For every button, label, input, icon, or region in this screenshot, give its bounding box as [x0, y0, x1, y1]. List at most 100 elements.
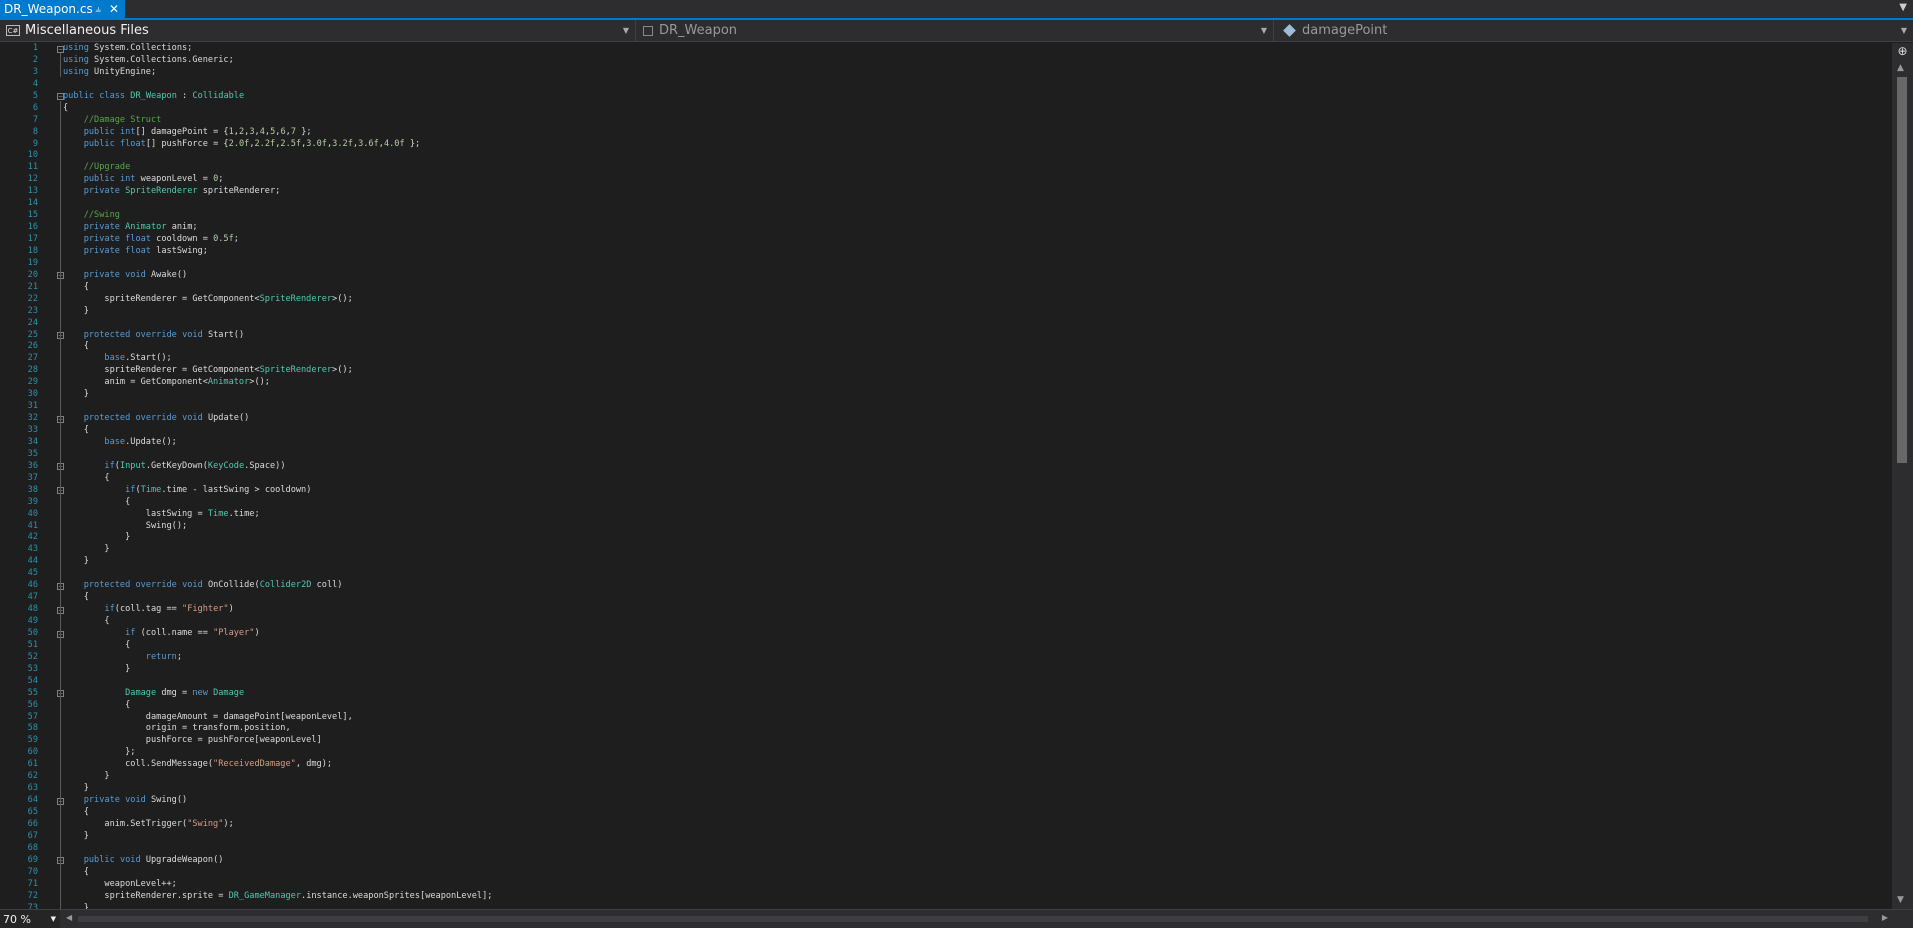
horizontal-scrollbar[interactable]: ◀ ▶ [62, 913, 1888, 924]
chevron-down-icon[interactable]: ▼ [1899, 2, 1907, 13]
code-line[interactable]: { [63, 473, 492, 485]
code-token: void [182, 580, 203, 591]
code-line[interactable]: if(Input.GetKeyDown(KeyCode.Space)) [63, 461, 492, 473]
code-line[interactable]: { [63, 592, 492, 604]
code-line[interactable]: spriteRenderer = GetComponent<SpriteRend… [63, 294, 492, 306]
tab-dr-weapon[interactable]: DR_Weapon.cs ⫨ ✕ [0, 0, 125, 18]
code-line[interactable]: private void Awake() [63, 270, 492, 282]
code-line[interactable] [63, 676, 492, 688]
code-line[interactable]: private float cooldown = 0.5f; [63, 234, 492, 246]
line-number: 55 [27, 687, 38, 698]
code-line[interactable]: public void UpgradeWeapon() [63, 855, 492, 867]
code-line[interactable]: { [63, 867, 492, 879]
code-line[interactable]: anim.SetTrigger("Swing"); [63, 819, 492, 831]
code-line[interactable]: { [63, 700, 492, 712]
scroll-right-icon[interactable]: ▶ [1882, 913, 1888, 922]
code-line[interactable] [63, 150, 492, 162]
code-line[interactable]: { [63, 341, 492, 353]
line-number: 15 [27, 210, 38, 221]
code-line[interactable] [63, 449, 492, 461]
code-line[interactable]: } [63, 556, 492, 568]
code-token: void [125, 795, 146, 806]
code-line[interactable]: //Swing [63, 210, 492, 222]
code-editor[interactable]: 1 2 3 4 5 6 7 8 9 10 11 12 13 14 15 16 17 18 19 20 21 22 23 24 2… [0, 43, 1892, 909]
code-line[interactable]: } [63, 664, 492, 676]
code-line[interactable]: public float[] pushForce = {2.0f,2.2f,2.… [63, 139, 492, 151]
code-line[interactable]: private SpriteRenderer spriteRenderer; [63, 186, 492, 198]
project-dropdown[interactable]: C# Miscellaneous Files ▼ [0, 20, 636, 41]
code-line[interactable]: public int[] damagePoint = {1,2,3,4,5,6,… [63, 127, 492, 139]
code-line[interactable]: { [63, 616, 492, 628]
code-line[interactable]: { [63, 425, 492, 437]
code-line[interactable]: //Damage Struct [63, 115, 492, 127]
horizontal-scroll-thumb[interactable] [78, 916, 1868, 922]
code-line[interactable]: }; [63, 747, 492, 759]
line-number-gutter[interactable]: 1 2 3 4 5 6 7 8 9 10 11 12 13 14 15 16 17 18 19 20 21 22 23 24 2… [14, 43, 38, 909]
code-line[interactable] [63, 401, 492, 413]
code-line[interactable]: base.Update(); [63, 437, 492, 449]
split-editor-icon[interactable]: ⊕ [1896, 45, 1909, 58]
code-line[interactable]: using UnityEngine; [63, 67, 492, 79]
vertical-scroll-thumb[interactable] [1897, 77, 1907, 463]
code-line[interactable]: { [63, 497, 492, 509]
pin-icon[interactable]: ⫨ [95, 4, 101, 15]
code-line[interactable]: } [63, 306, 492, 318]
code-line[interactable]: weaponLevel++; [63, 879, 492, 891]
code-line[interactable] [63, 79, 492, 91]
code-line[interactable]: spriteRenderer = GetComponent<SpriteRend… [63, 365, 492, 377]
code-line[interactable]: public int weaponLevel = 0; [63, 174, 492, 186]
code-line[interactable]: { [63, 282, 492, 294]
code-line[interactable]: public class DR_Weapon : Collidable [63, 91, 492, 103]
code-line[interactable]: private float lastSwing; [63, 246, 492, 258]
code-line[interactable]: } [63, 544, 492, 556]
code-line[interactable] [63, 568, 492, 580]
code-line[interactable]: Swing(); [63, 521, 492, 533]
close-icon[interactable]: ✕ [109, 2, 119, 16]
line-number: 31 [27, 401, 38, 412]
scroll-left-icon[interactable]: ◀ [66, 913, 72, 922]
code-line[interactable]: { [63, 640, 492, 652]
code-line[interactable]: using System.Collections.Generic; [63, 55, 492, 67]
zoom-dropdown[interactable]: 70 % ▼ [0, 910, 60, 928]
code-line[interactable]: { [63, 103, 492, 115]
vertical-scrollbar[interactable]: ⊕ ▲ ▼ [1892, 43, 1913, 909]
code-line[interactable]: } [63, 783, 492, 795]
code-line[interactable]: origin = transform.position, [63, 723, 492, 735]
code-line[interactable]: //Upgrade [63, 162, 492, 174]
code-token: DR_Weapon [130, 90, 177, 101]
code-line[interactable]: lastSwing = Time.time; [63, 509, 492, 521]
code-line[interactable]: using System.Collections; [63, 43, 492, 55]
code-line[interactable]: spriteRenderer.sprite = DR_GameManager.i… [63, 891, 492, 903]
code-line[interactable]: Damage dmg = new Damage [63, 688, 492, 700]
member-dropdown[interactable]: damagePoint ▼ [1275, 20, 1913, 41]
code-line[interactable]: protected override void OnCollide(Collid… [63, 580, 492, 592]
code-line[interactable]: { [63, 807, 492, 819]
type-dropdown[interactable]: DR_Weapon ▼ [637, 20, 1274, 41]
code-line[interactable]: damageAmount = damagePoint[weaponLevel], [63, 712, 492, 724]
code-token: base [104, 436, 126, 447]
code-line[interactable]: } [63, 389, 492, 401]
code-line[interactable] [63, 318, 492, 330]
code-line[interactable]: private Animator anim; [63, 222, 492, 234]
code-line[interactable]: } [63, 831, 492, 843]
code-line[interactable]: } [63, 532, 492, 544]
scroll-down-icon[interactable]: ▼ [1897, 895, 1904, 905]
scroll-up-icon[interactable]: ▲ [1897, 63, 1904, 73]
code-line[interactable] [63, 258, 492, 270]
code-line[interactable]: coll.SendMessage("ReceivedDamage", dmg); [63, 759, 492, 771]
code-line[interactable]: base.Start(); [63, 353, 492, 365]
code-line[interactable]: } [63, 771, 492, 783]
code-line[interactable]: if (coll.name == "Player") [63, 628, 492, 640]
code-line[interactable]: pushForce = pushForce[weaponLevel] [63, 735, 492, 747]
code-text[interactable]: using System.Collections; using System.Co… [63, 43, 492, 909]
code-line[interactable]: return; [63, 652, 492, 664]
code-line[interactable]: protected override void Start() [63, 330, 492, 342]
code-line[interactable]: if(coll.tag == "Fighter") [63, 604, 492, 616]
indicator-margin[interactable] [0, 43, 14, 909]
code-line[interactable]: if(Time.time - lastSwing > cooldown) [63, 485, 492, 497]
code-line[interactable] [63, 198, 492, 210]
code-line[interactable]: anim = GetComponent<Animator>(); [63, 377, 492, 389]
code-line[interactable] [63, 843, 492, 855]
code-line[interactable]: protected override void Update() [63, 413, 492, 425]
code-line[interactable]: private void Swing() [63, 795, 492, 807]
